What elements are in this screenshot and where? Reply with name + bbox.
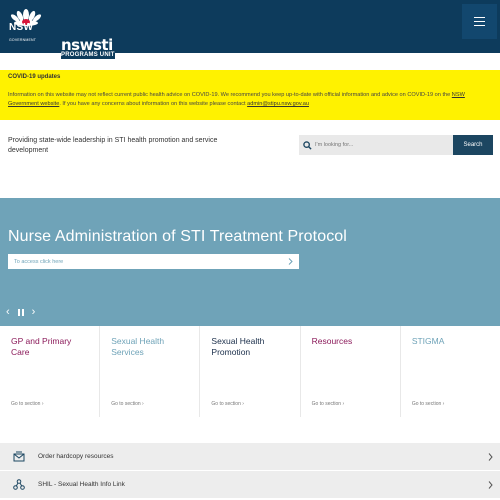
contact-email-link[interactable]: admin@stipu.nsw.gov.au — [247, 101, 309, 107]
brand-name: nswsti — [61, 36, 113, 54]
card-resources[interactable]: Resources Go to section › — [300, 326, 400, 417]
pause-icon — [17, 309, 20, 316]
card-stigma[interactable]: STIGMA Go to section › — [400, 326, 500, 417]
card-goto-link[interactable]: Go to section › — [312, 401, 345, 407]
card-title: Sexual Health Services — [111, 336, 165, 357]
network-icon — [0, 479, 38, 490]
chevron-right-icon — [288, 258, 293, 265]
card-goto-link[interactable]: Go to section › — [211, 401, 244, 407]
hero-title: Nurse Administration of STI Treatment Pr… — [8, 228, 347, 245]
section-cards: GP and Primary Care Go to section › Sexu… — [0, 326, 500, 417]
card-sexual-health-services[interactable]: Sexual Health Services Go to section › — [100, 326, 200, 417]
card-title: Sexual Health Promotion — [211, 336, 265, 357]
search-input[interactable] — [315, 136, 445, 154]
carousel-next-button[interactable]: › — [32, 307, 36, 318]
card-title: Resources — [311, 336, 353, 346]
covid-banner: COVID-19 updates Information on this web… — [0, 70, 500, 120]
card-goto-link[interactable]: Go to section › — [111, 401, 144, 407]
menu-button[interactable] — [462, 4, 497, 39]
search-box — [299, 135, 453, 155]
carousel-controls: ‹ › — [6, 307, 35, 318]
brand-logo[interactable]: nswsti PROGRAMS UNIT — [61, 36, 115, 59]
card-gp-primary-care[interactable]: GP and Primary Care Go to section › — [0, 326, 100, 417]
card-title: GP and Primary Care — [11, 336, 72, 357]
envelope-icon — [0, 451, 38, 462]
hero-link-label: To access click here — [14, 258, 64, 265]
quick-link-label: SHIL - Sexual Health Info Link — [38, 481, 125, 488]
covid-banner-title: COVID-19 updates — [8, 74, 61, 80]
card-title: STIGMA — [411, 336, 445, 346]
quick-link-order-resources[interactable]: Order hardcopy resources — [0, 443, 500, 470]
page: NSW GOVERNMENT nswsti PROGRAMS UNIT COVI… — [0, 0, 500, 500]
search-icon — [299, 135, 315, 155]
hero-access-link[interactable]: To access click here — [8, 254, 299, 269]
quick-link-label: Order hardcopy resources — [38, 453, 114, 460]
hero-carousel: Nurse Administration of STI Treatment Pr… — [0, 198, 500, 326]
hamburger-icon — [474, 17, 485, 18]
search-button[interactable]: Search — [453, 135, 493, 155]
chevron-right-icon — [480, 452, 500, 461]
brand-subtitle: PROGRAMS UNIT — [61, 52, 115, 58]
nsw-logo-subtext: GOVERNMENT — [9, 38, 37, 42]
carousel-prev-button[interactable]: ‹ — [6, 307, 10, 318]
carousel-pause-button[interactable] — [17, 308, 24, 318]
card-goto-link[interactable]: Go to section › — [11, 401, 44, 407]
card-sexual-health-promotion[interactable]: Sexual Health Promotion Go to section › — [200, 326, 300, 417]
nsw-logo-text: NSW — [9, 22, 34, 33]
site-tagline: Providing state-wide leadership in STI h… — [8, 137, 218, 154]
chevron-right-icon — [480, 480, 500, 489]
card-goto-link[interactable]: Go to section › — [412, 401, 445, 407]
covid-banner-text: Information on this website may not refl… — [8, 92, 465, 107]
quick-link-shil[interactable]: SHIL - Sexual Health Info Link — [0, 471, 500, 498]
